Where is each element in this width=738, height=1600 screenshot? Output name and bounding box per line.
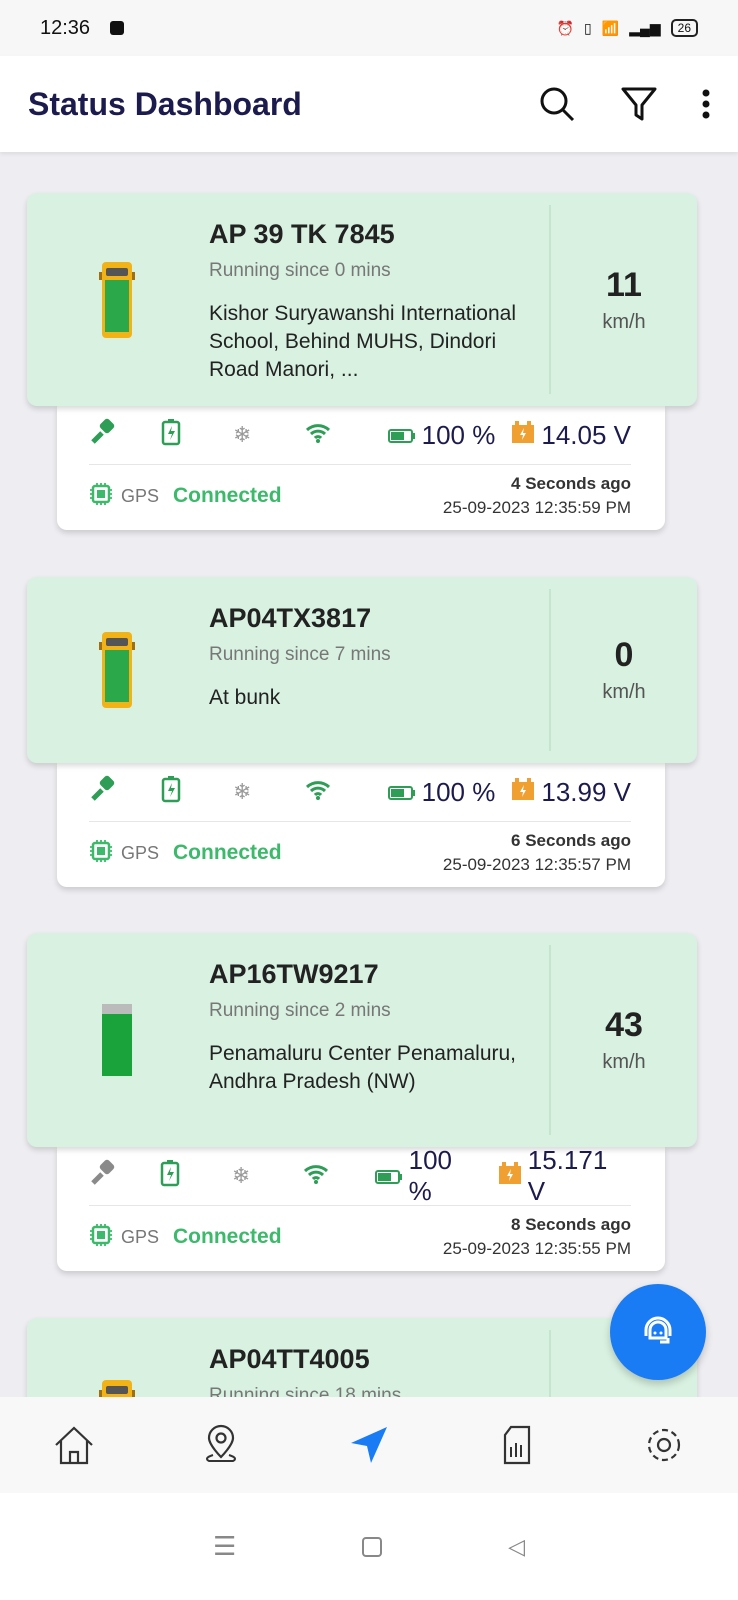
ignition-key-icon [89,1159,160,1194]
truck-icon [27,933,207,1147]
battery-percent: 100 % [421,419,496,450]
network-icon [305,420,377,451]
voltage: 15.171 V [527,1145,608,1206]
gps-status: Connected [173,1225,282,1248]
ac-snowflake-icon: ❄ [233,779,252,804]
gps-status: Connected [173,484,282,507]
network-icon [303,1161,374,1192]
back-button[interactable]: ◁ [508,1534,525,1560]
search-icon[interactable] [538,85,576,123]
speed-display: 43 km/h [549,945,697,1135]
running-since: Running since 7 mins [209,644,391,665]
car-battery-icon [511,777,535,808]
page-title: Status Dashboard [28,85,302,122]
truck-icon [27,577,207,763]
last-update-ago: 4 Seconds ago [511,474,631,493]
speed-value: 43 [605,1006,643,1044]
last-update-ago: 8 Seconds ago [511,1215,631,1234]
ac-snowflake-icon: ❄ [231,1163,251,1188]
speed-display: 11 km/h [549,205,697,394]
vehicle-card[interactable]: AP04TX3817 Running since 7 mins At bunk … [27,577,697,887]
recents-button[interactable]: ☰ [213,1531,236,1562]
clock: 12:36 [40,16,91,39]
nav-location-icon[interactable] [199,1423,243,1467]
wifi-icon: 📶 [601,19,620,36]
speed-unit: km/h [602,310,646,333]
headset-icon [644,1316,672,1344]
ignition-key-icon [89,418,161,453]
battery-level-icon [387,420,416,451]
gps-status: Connected [173,841,282,864]
more-menu-icon[interactable] [702,89,710,119]
gps-chip-icon [89,839,113,868]
battery-percent: 100 % [408,1145,453,1206]
vehicle-plate: AP16TW9217 [209,959,379,989]
vibrate-icon: ▯ [584,19,592,36]
last-update-ago: 6 Seconds ago [511,831,631,850]
speed-value: 11 [606,265,642,304]
vehicle-card[interactable]: AP16TW9217 Running since 2 mins Penamalu… [27,933,697,1271]
running-since: Running since 2 mins [209,1000,391,1021]
battery-icon: 26 [670,19,698,37]
nav-navigate-icon[interactable] [347,1423,391,1467]
alarm-icon: ⏰ [556,19,575,36]
last-update-datetime: 25-09-2023 12:35:59 PM [442,498,631,517]
vehicle-address: Kishor Suryawanshi International School,… [209,302,517,381]
support-button[interactable] [610,1284,706,1380]
car-battery-icon [511,420,535,451]
gps-label: GPS [121,485,160,506]
ac-snowflake-icon: ❄ [233,422,252,447]
truck-icon [27,193,207,406]
vehicle-address: At bunk [209,686,281,709]
charging-icon [161,418,233,453]
vehicle-details: ❄ 100 % 15.171 V GPS Connected 8 Seconds… [57,1145,665,1271]
voltage: 13.99 V [541,776,631,807]
network-icon [305,777,377,808]
running-since: Running since 0 mins [209,260,391,281]
filter-icon[interactable] [620,85,658,123]
battery-level-icon [387,777,416,808]
speed-value: 0 [614,636,634,674]
app-bar: Status Dashboard [0,56,738,152]
last-update-datetime: 25-09-2023 12:35:55 PM [442,1239,631,1258]
system-nav: ☰ ◁ [0,1493,738,1600]
nav-home-icon[interactable] [52,1423,96,1467]
vehicle-details: ❄ 100 % 14.05 V GPS Connected 4 Seconds … [57,406,665,530]
vehicle-address: Penamaluru Center Penamaluru, Andhra Pra… [209,1042,517,1093]
car-battery-icon [498,1161,522,1192]
signal-icon: ▂▄▆ [629,19,661,36]
charging-icon [161,775,233,810]
speed-unit: km/h [602,681,646,703]
home-button[interactable] [362,1536,383,1557]
speed-unit: km/h [602,1051,646,1073]
vehicle-plate: AP04TX3817 [209,603,372,633]
nav-settings-icon[interactable] [642,1423,686,1467]
last-update-datetime: 25-09-2023 12:35:57 PM [442,855,631,874]
gps-label: GPS [121,1226,160,1247]
battery-level-icon [374,1161,403,1192]
paytm-icon [110,21,125,35]
battery-percent: 100 % [421,776,496,807]
ignition-key-icon [89,775,161,810]
gps-label: GPS [121,842,160,863]
gps-chip-icon [89,1223,113,1252]
status-bar: 12:36 ⏰ ▯ 📶 ▂▄▆ 26 [0,0,738,56]
speed-display: 0 km/h [549,589,697,751]
bottom-nav [0,1397,738,1493]
charging-icon [160,1159,231,1194]
voltage: 14.05 V [541,419,631,450]
nav-reports-icon[interactable] [495,1423,539,1467]
vehicle-plate: AP 39 TK 7845 [209,219,395,249]
vehicle-details: ❄ 100 % 13.99 V GPS Connected 6 Seconds … [57,763,665,887]
gps-chip-icon [89,482,113,511]
vehicle-plate: AP04TT4005 [209,1344,370,1374]
vehicle-card[interactable]: AP 39 TK 7845 Running since 0 mins Kisho… [27,193,697,530]
